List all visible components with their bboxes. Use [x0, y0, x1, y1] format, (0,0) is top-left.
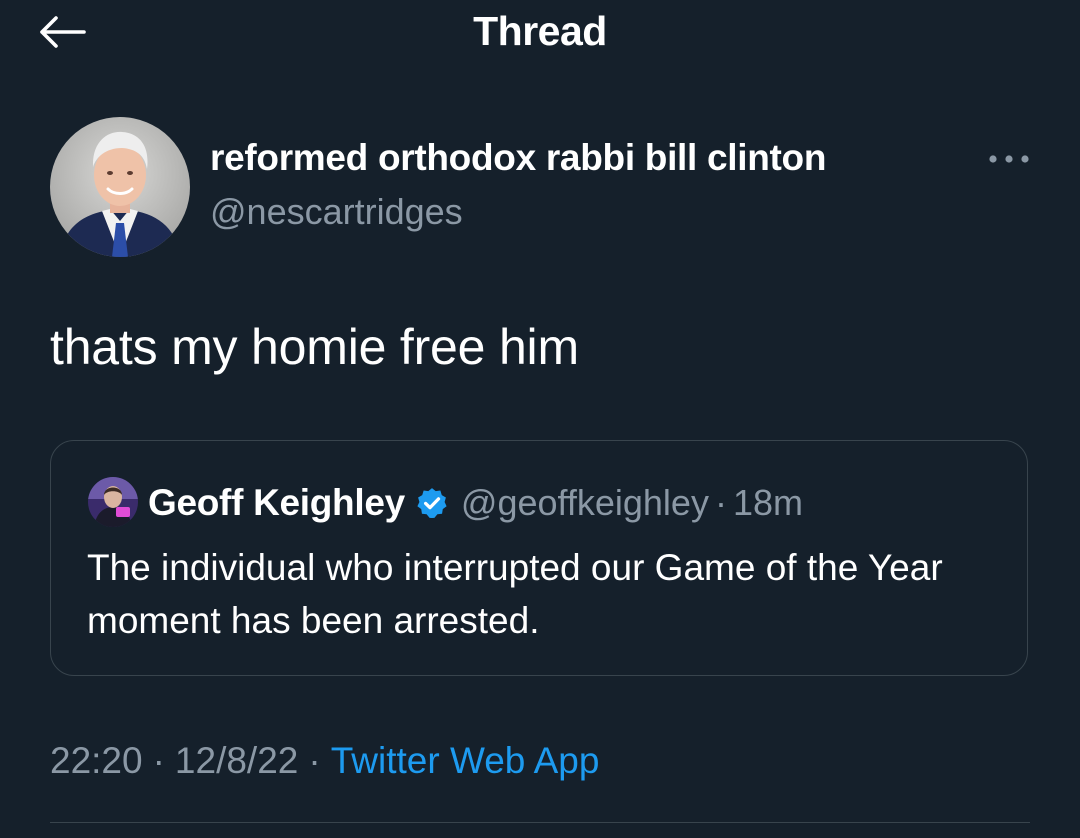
quoted-tweet[interactable]: Geoff Keighley @geoffkeighley · 18m The … [50, 440, 1028, 676]
tweet-author: reformed orthodox rabbi bill clinton @ne… [50, 117, 1040, 257]
quoted-text: The individual who interrupted our Game … [87, 547, 943, 641]
avatar[interactable] [50, 117, 190, 257]
author-handle[interactable]: @nescartridges [210, 191, 463, 233]
quoted-time: 18m [732, 482, 803, 523]
divider [50, 822, 1030, 823]
more-horizontal-icon [989, 155, 1029, 163]
verified-icon [417, 488, 447, 519]
meta-separator: · [152, 740, 165, 781]
meta-separator: · [308, 740, 321, 781]
tweet-text: thats my homie free him [50, 319, 579, 375]
quoted-header: Geoff Keighley @geoffkeighley · 18m [148, 479, 803, 527]
tweet-time[interactable]: 22:20 [50, 740, 143, 781]
top-bar: Thread [0, 0, 1080, 64]
tweet-date[interactable]: 12/8/22 [175, 740, 298, 781]
page-title: Thread [473, 8, 607, 54]
avatar-image [50, 117, 190, 257]
tweet-timestamp: 22:20 · 12/8/22 · Twitter Web App [50, 740, 599, 782]
quoted-handle: @geoffkeighley [460, 482, 709, 523]
thread-page: Thread reformed orthodox rabbi bill clin… [0, 0, 1080, 838]
quoted-avatar-image [88, 477, 138, 527]
quoted-separator: · [714, 482, 727, 523]
verified-badge [415, 486, 449, 520]
quoted-display-name: Geoff Keighley [148, 482, 405, 523]
author-display-name[interactable]: reformed orthodox rabbi bill clinton [210, 137, 826, 179]
more-button[interactable] [980, 141, 1038, 177]
quoted-avatar [88, 477, 138, 527]
source-link[interactable]: Twitter Web App [331, 740, 600, 781]
